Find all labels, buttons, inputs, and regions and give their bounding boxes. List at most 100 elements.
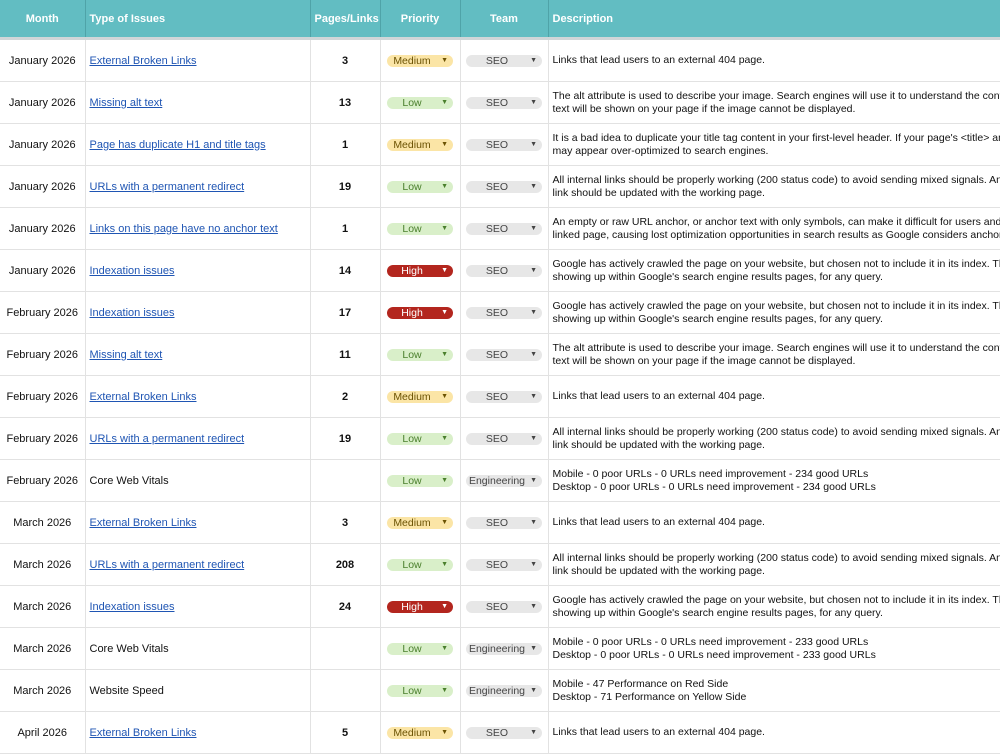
team-dropdown[interactable]: SEO ▼ [466, 726, 542, 739]
table-row[interactable]: March 2026 Core Web Vitals Low ▼ Engineering… [0, 627, 1000, 670]
description-cell[interactable]: Mobile - 0 poor URLs - 0 URLs need impro… [548, 459, 1000, 502]
description-cell[interactable]: Mobile - 47 Performance on Red Side Deskt… [548, 669, 1000, 712]
issue-type-cell[interactable]: URLs with a permanent redirect [85, 165, 311, 208]
pages-links-cell[interactable]: 5 [310, 711, 381, 754]
team-dropdown[interactable]: Engineering ▼ [466, 642, 542, 655]
team-dropdown[interactable]: SEO ▼ [466, 54, 542, 67]
month-cell[interactable]: January 2026 [0, 38, 86, 82]
priority-dropdown[interactable]: Low ▼ [387, 474, 453, 487]
priority-dropdown[interactable]: Medium ▼ [387, 390, 453, 403]
month-cell[interactable]: January 2026 [0, 249, 86, 292]
table-row[interactable]: April 2026 External Broken Links 5 Medium ▼ S… [0, 711, 1000, 754]
priority-dropdown[interactable]: Low ▼ [387, 222, 453, 235]
table-row[interactable]: January 2026 Page has duplicate H1 and ti… [0, 123, 1000, 166]
pages-links-cell[interactable]: 3 [310, 501, 381, 544]
issue-link[interactable]: Indexation issues [90, 265, 175, 277]
pages-links-cell[interactable] [310, 627, 381, 670]
month-cell[interactable]: January 2026 [0, 123, 86, 166]
team-dropdown[interactable]: SEO ▼ [466, 516, 542, 529]
table-row[interactable]: March 2026 Website Speed Low ▼ Engineering ▼ M… [0, 669, 1000, 712]
issue-link[interactable]: URLs with a permanent redirect [90, 559, 245, 571]
table-row[interactable]: March 2026 Indexation issues 24 High ▼ SEO ▼ Go… [0, 585, 1000, 628]
table-row[interactable]: February 2026 Indexation issues 17 High ▼ SEO… [0, 291, 1000, 334]
description-cell[interactable]: It is a bad idea to duplicate your title… [548, 123, 1000, 166]
issue-type-cell[interactable]: Missing alt text [85, 81, 311, 124]
description-cell[interactable]: Google has actively crawled the page on … [548, 585, 1000, 628]
team-dropdown[interactable]: SEO ▼ [466, 96, 542, 109]
pages-links-cell[interactable]: 1 [310, 123, 381, 166]
table-row[interactable]: January 2026 URLs with a permanent redire… [0, 165, 1000, 208]
issue-link[interactable]: External Broken Links [90, 727, 197, 739]
description-cell[interactable]: Links that lead users to an external 404… [548, 375, 1000, 418]
issue-type-cell[interactable]: Missing alt text [85, 333, 311, 376]
issue-type-cell[interactable]: Indexation issues [85, 291, 311, 334]
description-cell[interactable]: Links that lead users to an external 404… [548, 38, 1000, 82]
issue-link[interactable]: Links on this page have no anchor text [90, 223, 278, 235]
month-cell[interactable]: March 2026 [0, 669, 86, 712]
month-cell[interactable]: February 2026 [0, 375, 86, 418]
month-cell[interactable]: March 2026 [0, 627, 86, 670]
issue-type-cell[interactable]: URLs with a permanent redirect [85, 543, 311, 586]
priority-dropdown[interactable]: Low ▼ [387, 348, 453, 361]
description-cell[interactable]: Google has actively crawled the page on … [548, 249, 1000, 292]
team-dropdown[interactable]: SEO ▼ [466, 432, 542, 445]
month-cell[interactable]: March 2026 [0, 585, 86, 628]
table-row[interactable]: February 2026 URLs with a permanent redir… [0, 417, 1000, 460]
column-header-pages[interactable]: Pages/Links [310, 0, 381, 40]
priority-dropdown[interactable]: Low ▼ [387, 558, 453, 571]
issue-type-cell[interactable]: External Broken Links [85, 375, 311, 418]
issue-link[interactable]: URLs with a permanent redirect [90, 433, 245, 445]
description-cell[interactable]: Mobile - 0 poor URLs - 0 URLs need impro… [548, 627, 1000, 670]
table-row[interactable]: March 2026 External Broken Links 3 Medium ▼ S… [0, 501, 1000, 544]
pages-links-cell[interactable] [310, 459, 381, 502]
issue-type-cell[interactable]: External Broken Links [85, 711, 311, 754]
issue-type-cell[interactable]: Core Web Vitals [85, 627, 311, 670]
team-dropdown[interactable]: Engineering ▼ [466, 684, 542, 697]
pages-links-cell[interactable]: 19 [310, 417, 381, 460]
issue-type-cell[interactable]: Page has duplicate H1 and title tags [85, 123, 311, 166]
priority-dropdown[interactable]: High ▼ [387, 306, 453, 319]
team-dropdown[interactable]: SEO ▼ [466, 348, 542, 361]
team-dropdown[interactable]: SEO ▼ [466, 222, 542, 235]
description-cell[interactable]: All internal links should be properly wo… [548, 165, 1000, 208]
month-cell[interactable]: February 2026 [0, 459, 86, 502]
issue-type-cell[interactable]: Website Speed [85, 669, 311, 712]
table-row[interactable]: March 2026 URLs with a permanent redirect… [0, 543, 1000, 586]
issue-type-cell[interactable]: Core Web Vitals [85, 459, 311, 502]
priority-dropdown[interactable]: Medium ▼ [387, 54, 453, 67]
issue-link[interactable]: Missing alt text [90, 97, 163, 109]
issue-link[interactable]: External Broken Links [90, 517, 197, 529]
pages-links-cell[interactable]: 1 [310, 207, 381, 250]
issue-link[interactable]: External Broken Links [90, 55, 197, 67]
team-dropdown[interactable]: SEO ▼ [466, 600, 542, 613]
month-cell[interactable]: February 2026 [0, 333, 86, 376]
team-dropdown[interactable]: SEO ▼ [466, 306, 542, 319]
issue-type-cell[interactable]: Links on this page have no anchor text [85, 207, 311, 250]
description-cell[interactable]: All internal links should be properly wo… [548, 417, 1000, 460]
issue-type-cell[interactable]: External Broken Links [85, 38, 311, 82]
description-cell[interactable]: Links that lead users to an external 404… [548, 711, 1000, 754]
column-header-month[interactable]: Month [0, 0, 86, 40]
pages-links-cell[interactable]: 13 [310, 81, 381, 124]
team-dropdown[interactable]: SEO ▼ [466, 558, 542, 571]
month-cell[interactable]: April 2026 [0, 711, 86, 754]
priority-dropdown[interactable]: Low ▼ [387, 642, 453, 655]
issue-link[interactable]: URLs with a permanent redirect [90, 181, 245, 193]
month-cell[interactable]: February 2026 [0, 417, 86, 460]
team-dropdown[interactable]: Engineering ▼ [466, 474, 542, 487]
pages-links-cell[interactable]: 17 [310, 291, 381, 334]
pages-links-cell[interactable]: 24 [310, 585, 381, 628]
description-cell[interactable]: All internal links should be properly wo… [548, 543, 1000, 586]
pages-links-cell[interactable] [310, 669, 381, 712]
pages-links-cell[interactable]: 208 [310, 543, 381, 586]
issue-link[interactable]: Page has duplicate H1 and title tags [90, 139, 266, 151]
priority-dropdown[interactable]: Low ▼ [387, 432, 453, 445]
priority-dropdown[interactable]: Medium ▼ [387, 726, 453, 739]
column-header-type[interactable]: Type of Issues [85, 0, 311, 40]
issue-type-cell[interactable]: External Broken Links [85, 501, 311, 544]
month-cell[interactable]: January 2026 [0, 81, 86, 124]
column-header-priority[interactable]: Priority [380, 0, 461, 40]
table-row[interactable]: January 2026 Missing alt text 13 Low ▼ SEO ▼ Th… [0, 81, 1000, 124]
column-header-team[interactable]: Team [460, 0, 549, 40]
column-header-description[interactable]: Description [548, 0, 1000, 40]
